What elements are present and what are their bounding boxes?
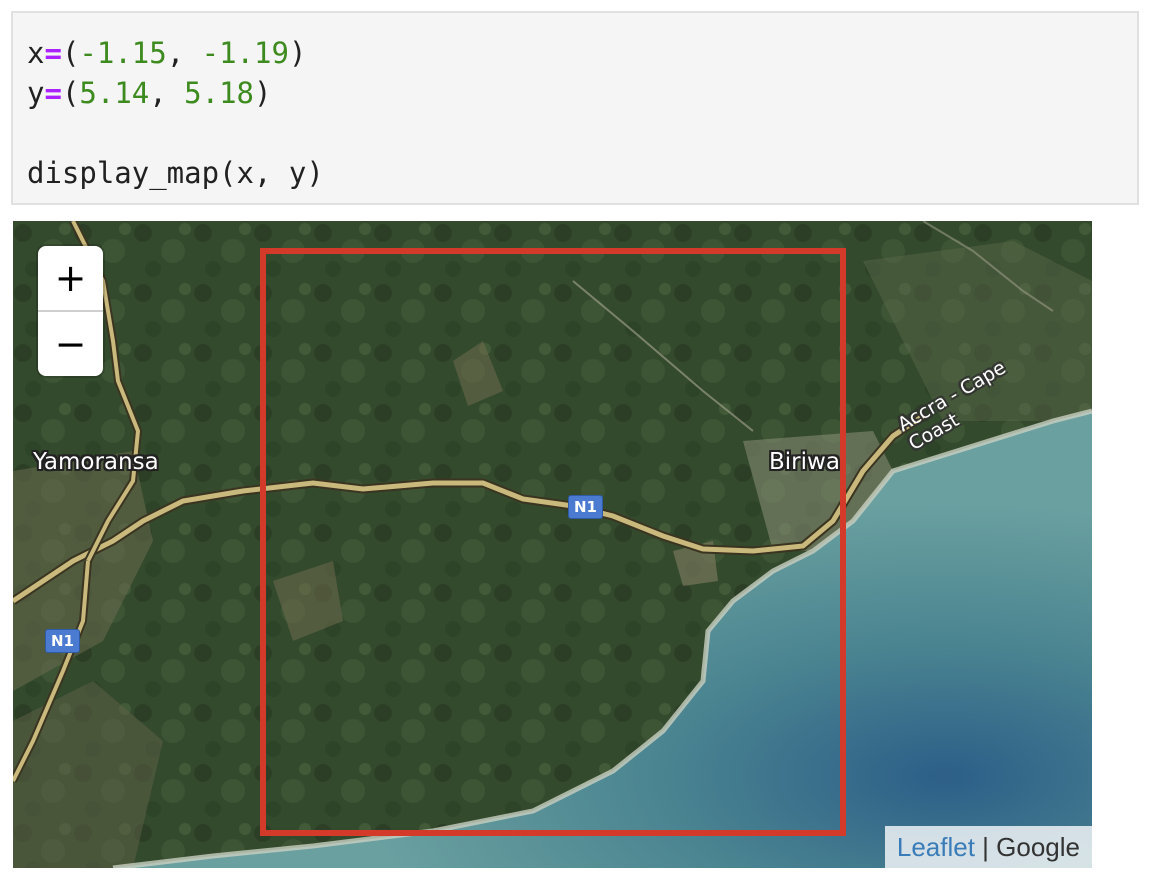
code-editor[interactable]: x=(-1.15, -1.19) y=(5.14, 5.18) display_ma… — [27, 33, 324, 193]
road-shield-n1-left: N1 — [45, 629, 80, 653]
code-token: -1.19 — [201, 36, 289, 70]
place-label-yamoransa: Yamoransa — [33, 449, 159, 475]
code-line-call: display_map(x, y) — [27, 153, 324, 193]
attribution-provider: Google — [996, 832, 1080, 862]
zoom-out-button[interactable]: − — [38, 312, 103, 376]
code-token: 5.14 — [79, 76, 150, 110]
map-attribution: Leaflet | Google — [884, 826, 1092, 868]
code-token: x — [27, 36, 45, 70]
code-token: , — [166, 36, 202, 70]
code-token: y — [27, 76, 45, 110]
code-token: ( — [61, 36, 80, 70]
code-token: = — [44, 76, 62, 110]
code-token: 5.18 — [184, 76, 255, 110]
code-token: ( — [61, 76, 80, 110]
selection-rectangle[interactable] — [260, 248, 846, 836]
code-token: -1.15 — [79, 36, 167, 70]
attribution-separator: | — [974, 832, 997, 862]
zoom-control: + − — [38, 246, 103, 376]
code-token: ) — [254, 76, 272, 110]
leaflet-link[interactable]: Leaflet — [897, 832, 975, 862]
code-cell[interactable]: x=(-1.15, -1.19) y=(5.14, 5.18) display_ma… — [11, 11, 1139, 205]
map-widget[interactable]: Yamoransa Biriwa Accra - Cape Coast N1 N… — [13, 221, 1092, 868]
code-token: ) — [288, 36, 307, 70]
code-token: display_map(x, y) — [27, 156, 324, 190]
code-token: = — [44, 36, 62, 70]
code-token: , — [149, 76, 185, 110]
code-line-y: y=(5.14, 5.18) — [27, 73, 324, 113]
code-line-x: x=(-1.15, -1.19) — [27, 33, 324, 73]
zoom-in-button[interactable]: + — [38, 246, 103, 312]
